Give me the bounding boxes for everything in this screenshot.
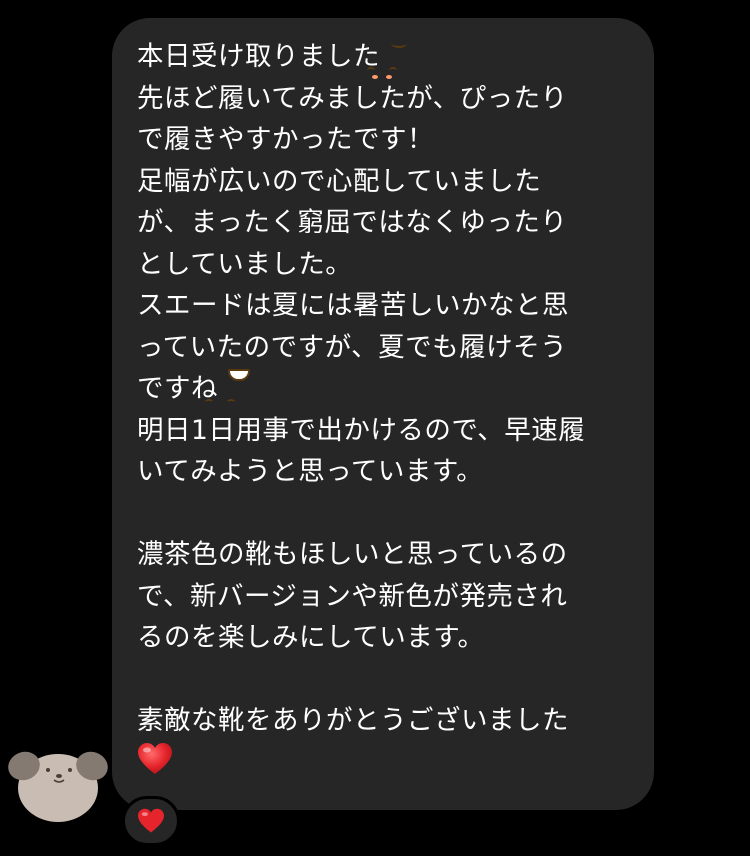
- message-line: 素敵な靴をありがとうございました: [137, 705, 569, 736]
- message-line: いてみようと思っています。: [137, 456, 484, 487]
- message-line: 先ほど履いてみましたが、ぴったり: [137, 82, 568, 114]
- message-line: ですね: [137, 368, 632, 410]
- message-line: っていたのですが、夏でも履けそう: [137, 331, 568, 363]
- message-line: 濃茶色の靴もほしいと思っているの: [137, 539, 568, 570]
- message-line: としていました。: [137, 248, 353, 280]
- message-bubble[interactable]: 本日受け取りました 先ほど履いてみましたが、ぴったり で履きやすかったです！ 足…: [112, 18, 654, 810]
- red-heart-emoji-icon: [138, 808, 164, 833]
- red-heart-emoji-icon: [137, 742, 173, 776]
- message-line: スエードは夏には暑苦しいかなと思: [137, 290, 569, 321]
- message-line: 本日受け取りました: [137, 36, 632, 79]
- heart-reaction[interactable]: [122, 796, 180, 846]
- message-line: で、新バージョンや新色が発売され: [137, 580, 568, 612]
- message-line: が、まったく窮屈ではなくゆったり: [137, 207, 568, 238]
- message-line: 明日1日用事で出かけるので、早速履: [137, 414, 586, 446]
- message-line: るのを楽しみにしています。: [137, 622, 485, 653]
- message-line: 足幅が広いので心配していました: [137, 165, 542, 197]
- avatar[interactable]: [6, 740, 110, 824]
- message-line: で履きやすかったです！: [137, 124, 434, 155]
- dog-avatar-icon: [8, 751, 108, 822]
- message-line: [137, 742, 632, 784]
